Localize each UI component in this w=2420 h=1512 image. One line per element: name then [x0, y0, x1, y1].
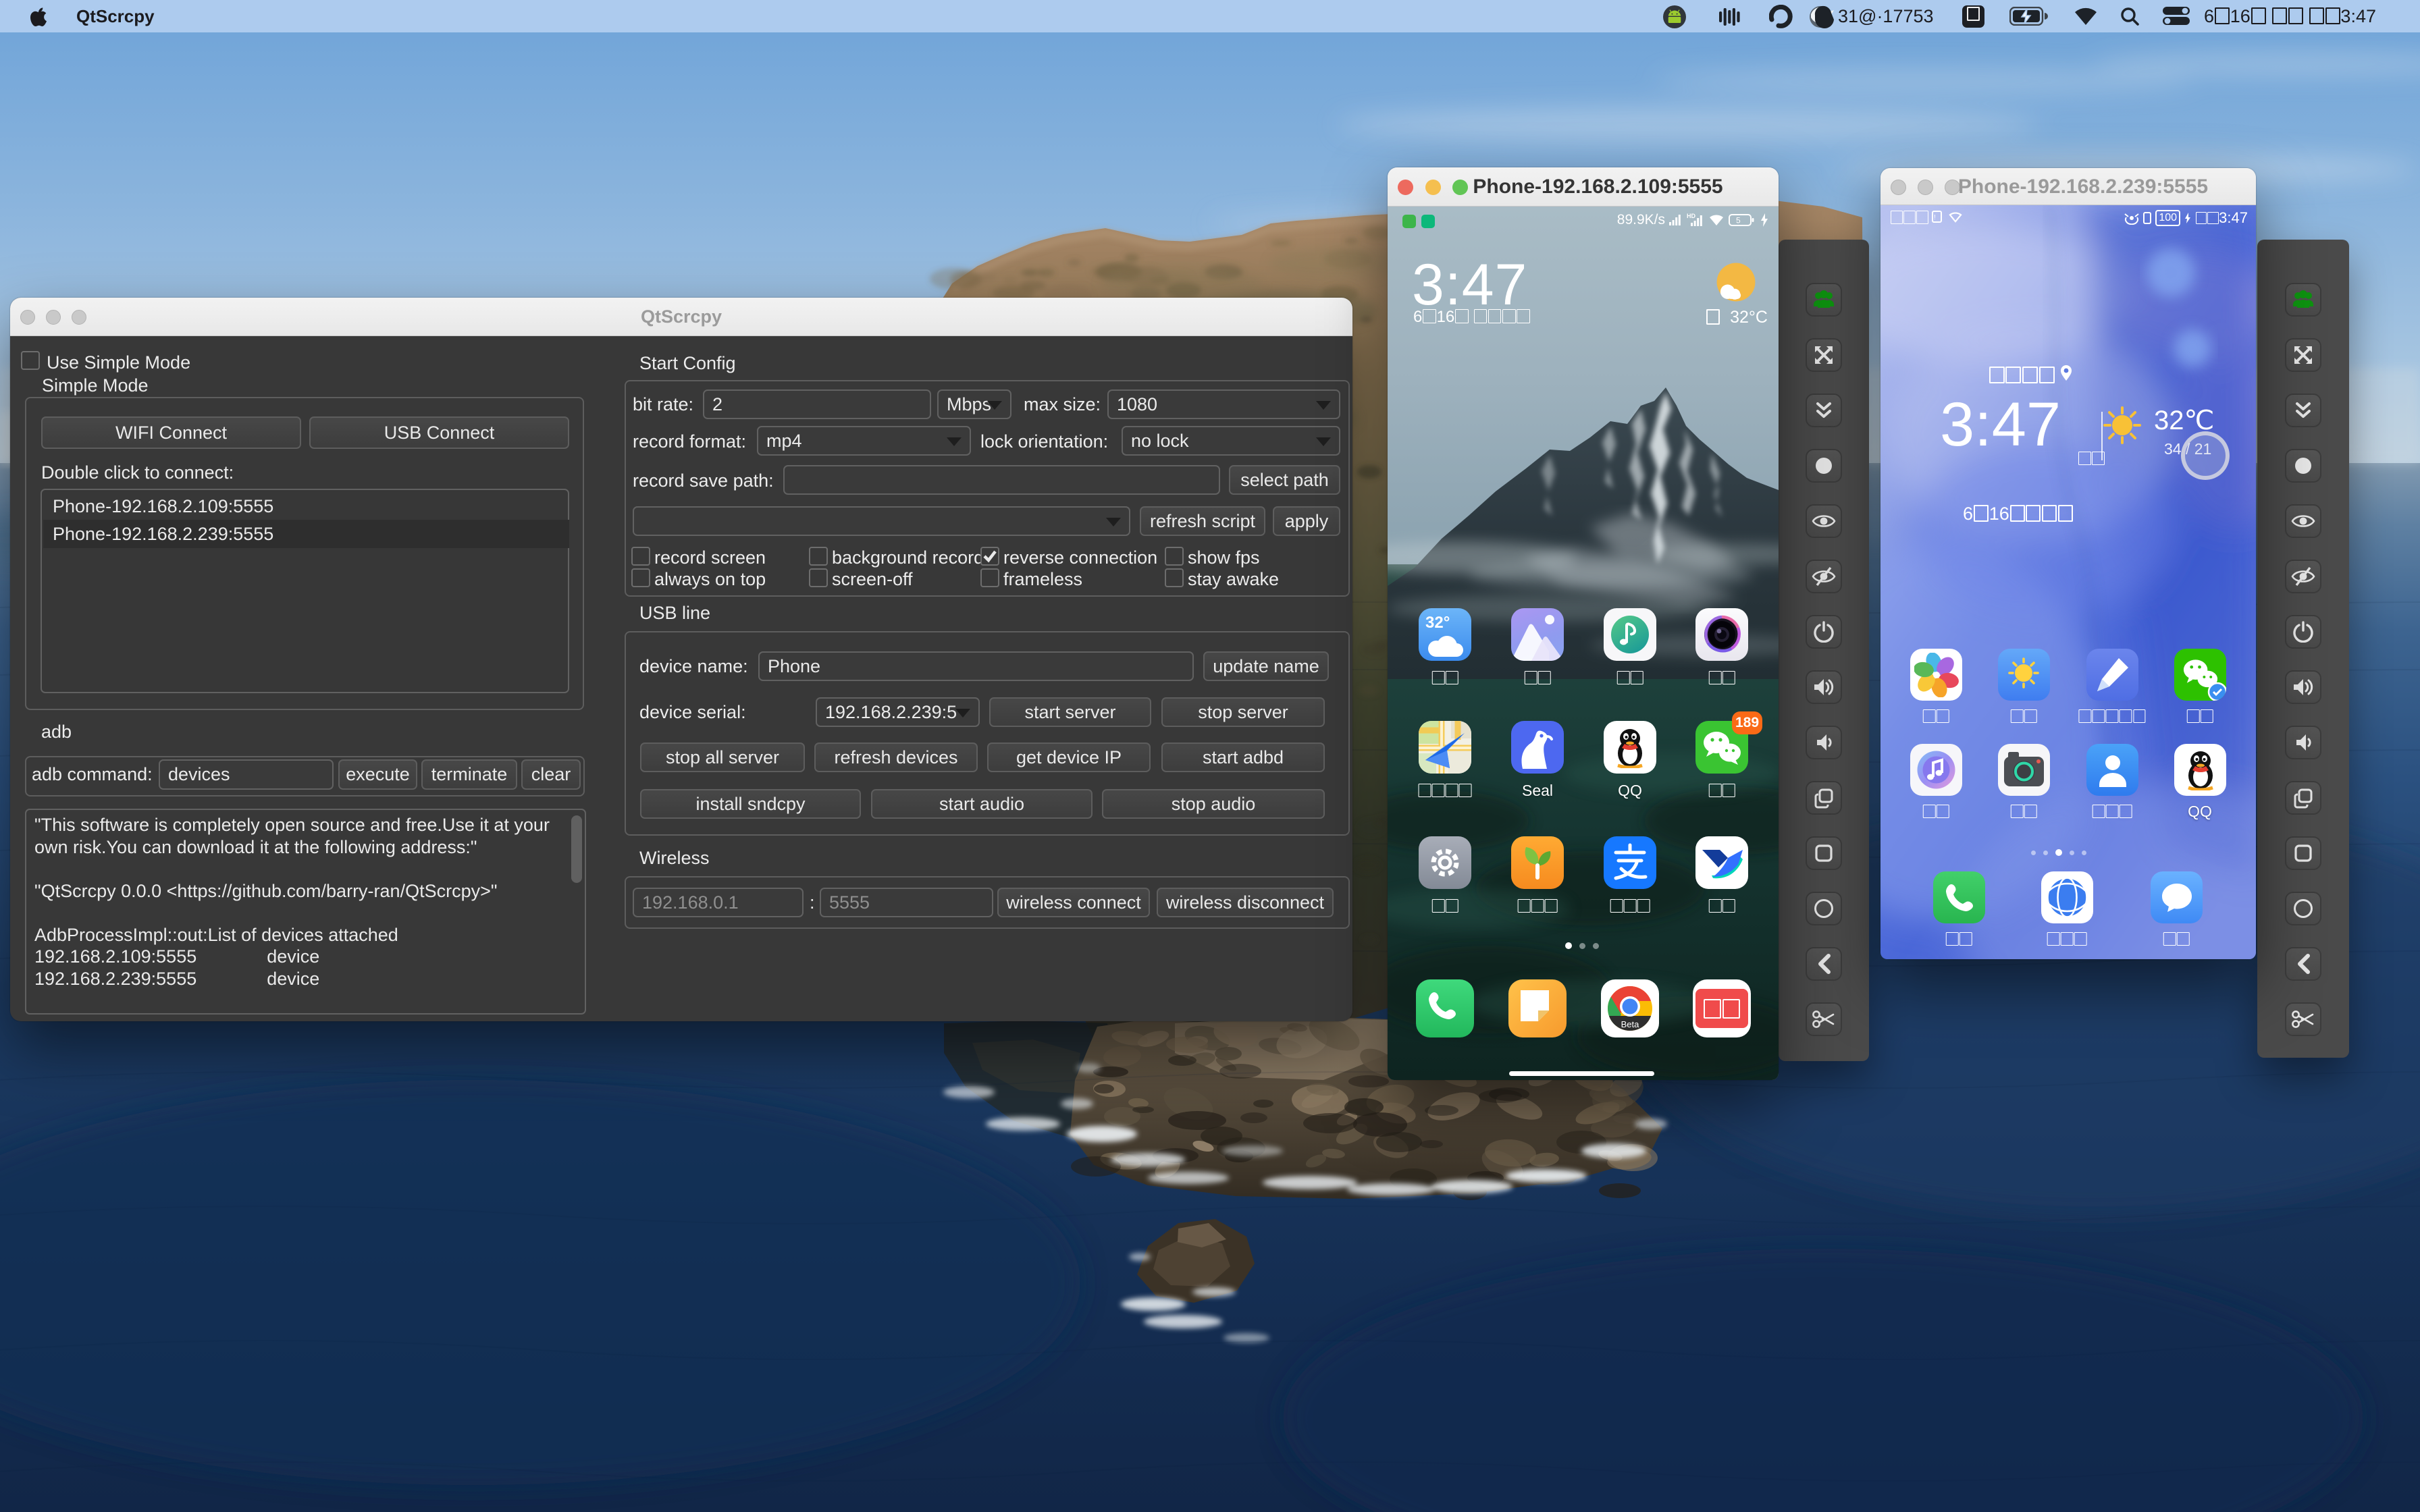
svg-text:5: 5: [1736, 216, 1741, 225]
svg-text:Beta: Beta: [1621, 1019, 1640, 1029]
svg-text:!: !: [1934, 214, 1936, 221]
svg-text:HD: HD: [1687, 213, 1695, 219]
